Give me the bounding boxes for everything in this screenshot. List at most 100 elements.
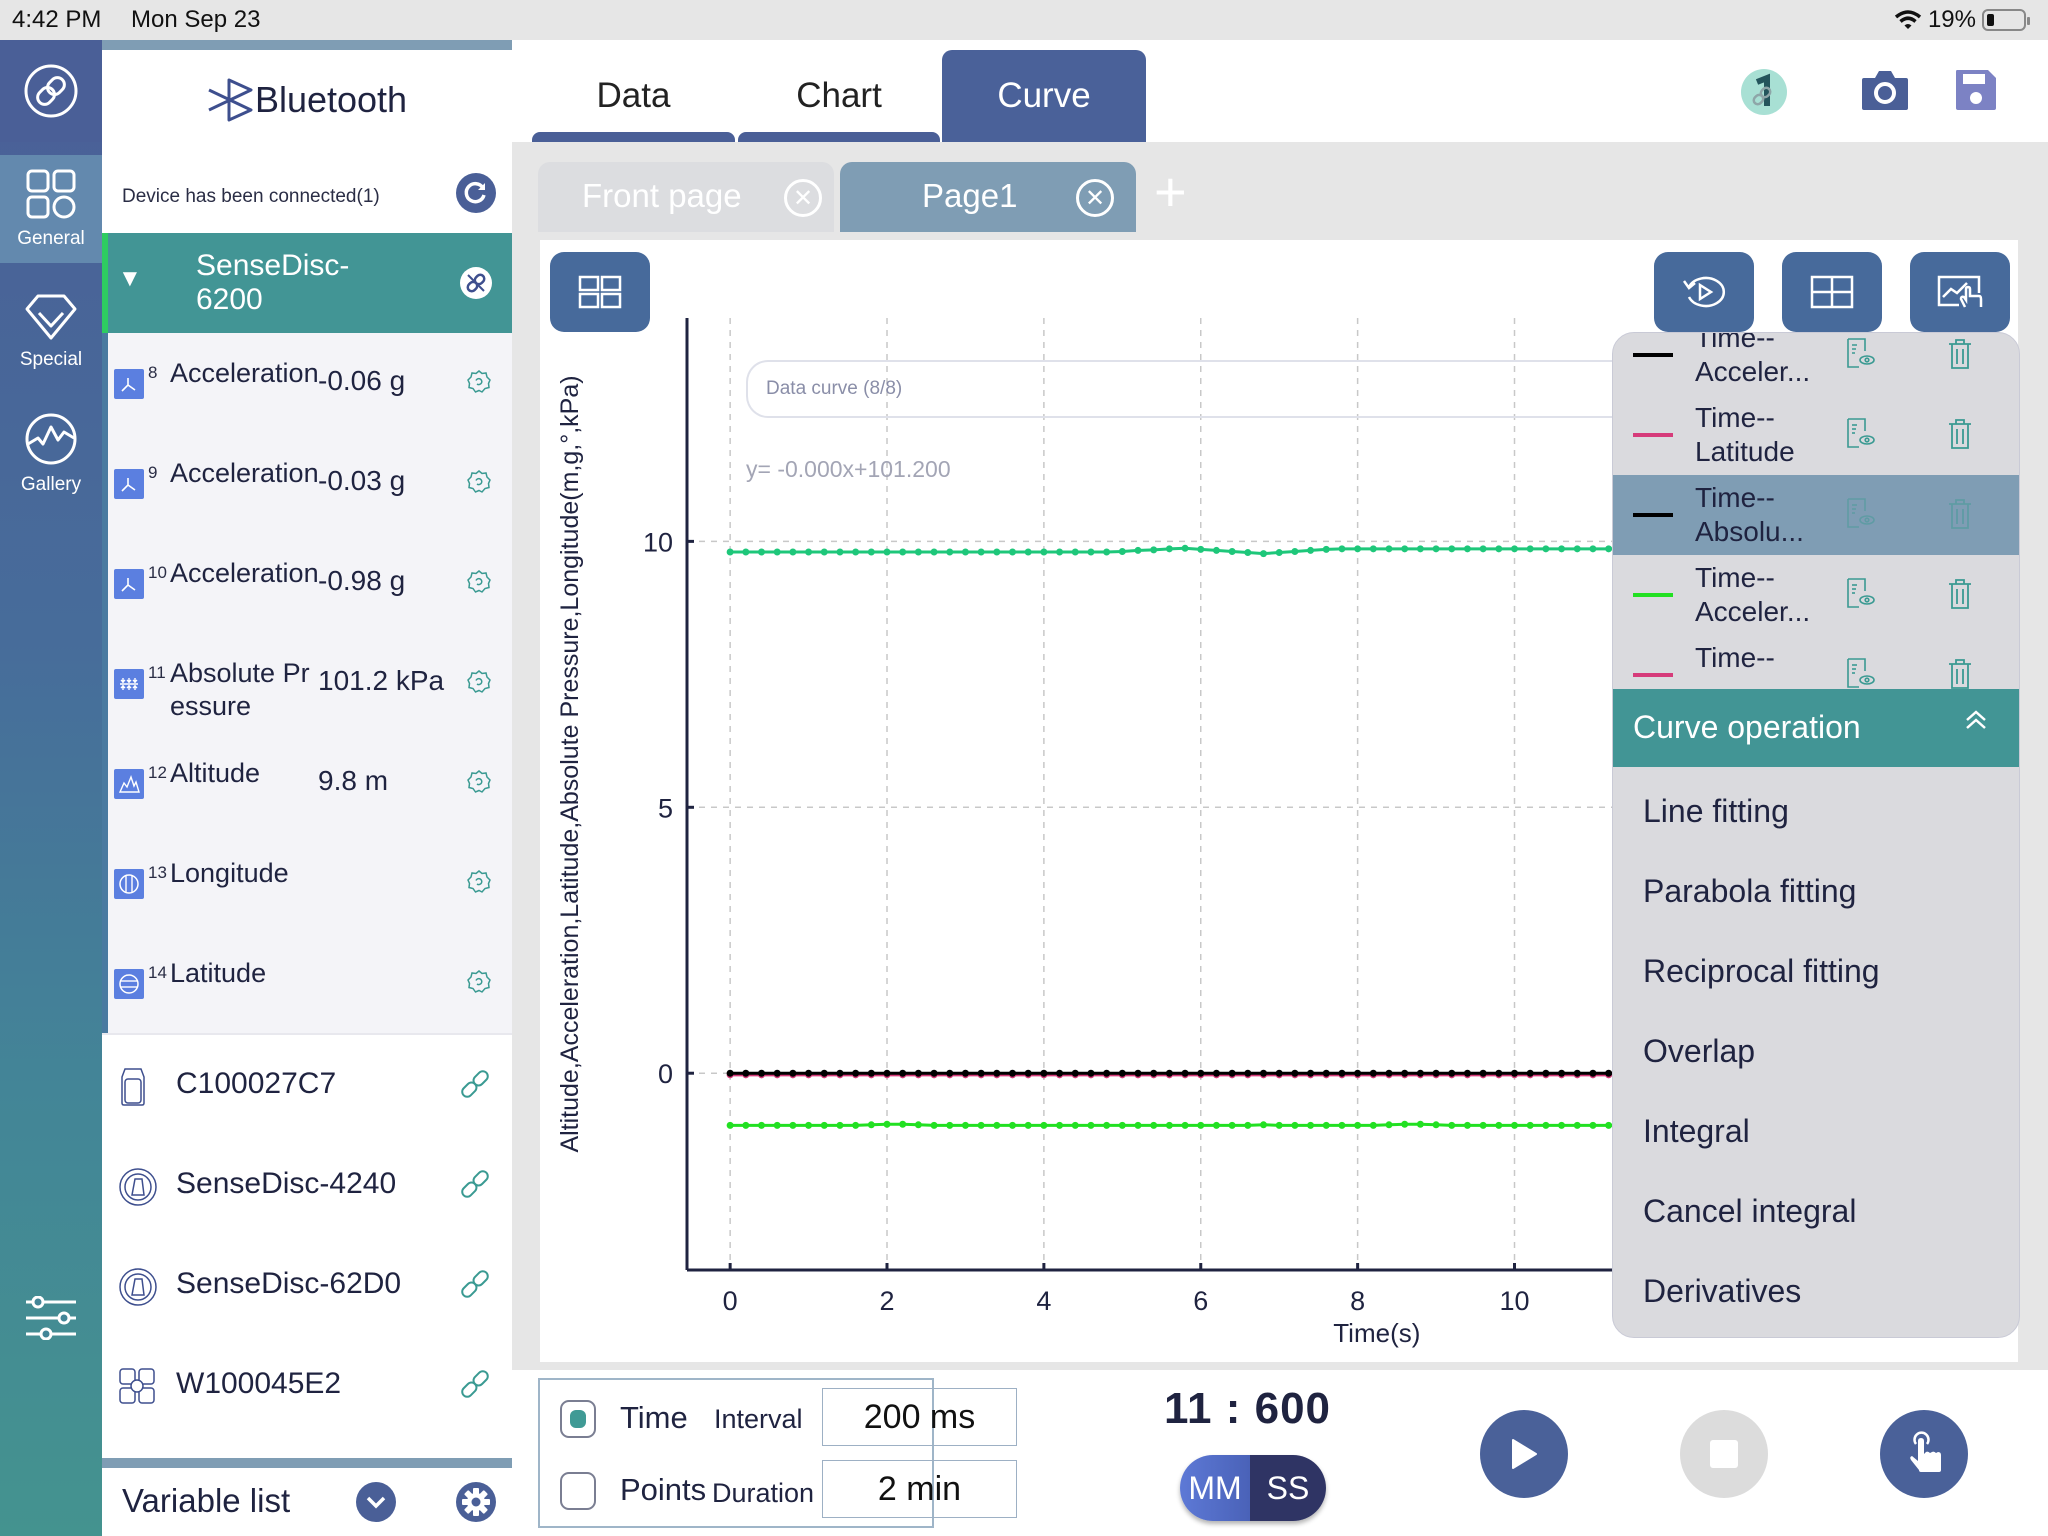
curve-color-swatch [1633,513,1673,517]
x-tick-label: 10 [1499,1286,1529,1316]
split-view-button[interactable] [1782,252,1882,332]
points-mode-radio[interactable] [560,1472,596,1510]
sensor-settings-icon[interactable] [466,469,492,500]
sensor-row[interactable]: 8 Acceleration -0.06 g [108,333,512,433]
view-data-icon[interactable] [1845,497,1875,536]
variable-settings-button[interactable] [456,1482,496,1527]
op-line-fitting[interactable]: Line fitting [1643,793,1789,830]
connect-link-icon[interactable] [458,1267,492,1306]
curve-list-item[interactable]: Time-- Absolu... [1613,475,2019,555]
data-point [1338,1121,1346,1129]
rail-item-gallery[interactable]: Gallery [0,400,102,508]
curve-list-item[interactable]: Time-- Acceler... [1613,555,2019,635]
sensor-row[interactable]: 14 Latitude [108,933,512,1033]
tab-data[interactable]: Data [532,50,735,142]
connection-button[interactable] [0,40,102,142]
screenshot-button[interactable] [1860,68,1910,117]
view-data-icon[interactable] [1845,417,1875,456]
connect-link-icon[interactable] [458,1167,492,1206]
double-chevron-up-icon[interactable] [1963,707,1989,740]
time-format-toggle[interactable]: MM SS [1180,1455,1326,1521]
data-point [1542,545,1550,553]
sensor-settings-icon[interactable] [466,669,492,700]
curve-list-item[interactable]: Time-- Latitude [1613,395,2019,475]
tab-label: Chart [796,76,882,115]
curve-list-item[interactable]: Time-- Acceler... [1613,332,2019,395]
data-point [914,1069,922,1077]
stop-button[interactable] [1680,1410,1768,1498]
op-derivatives[interactable]: Derivatives [1643,1273,1801,1310]
left-navigation-rail: General Special Gallery [0,40,102,1536]
manual-sample-button[interactable] [1880,1410,1968,1498]
data-point [789,1121,797,1129]
variable-list-toggle[interactable] [356,1482,396,1522]
sensor-settings-icon[interactable] [466,769,492,800]
add-page-button[interactable]: + [1154,162,1187,222]
help-button[interactable] [1740,68,1788,121]
close-tab-icon[interactable]: ✕ [784,179,822,217]
tab-chart[interactable]: Chart [738,50,940,142]
curve-operation-title: Curve operation [1633,709,1861,745]
interval-input[interactable]: 200 ms [822,1388,1017,1446]
device-row[interactable]: C100027C7 [102,1035,512,1135]
disconnect-button[interactable] [460,267,492,299]
page-tab-front-page[interactable]: Front page ✕ [538,162,834,232]
device-row[interactable]: SenseDisc-4240 [102,1135,512,1235]
curve-list-item[interactable]: Time-- [1613,635,2019,689]
connect-link-icon[interactable] [458,1367,492,1406]
page-tab-page1[interactable]: Page1 ✕ [840,162,1136,232]
tab-curve[interactable]: Curve [942,50,1146,142]
delete-curve-icon[interactable] [1947,337,1973,376]
view-data-icon[interactable] [1845,577,1875,616]
sensor-settings-icon[interactable] [466,969,492,1000]
op-overlap[interactable]: Overlap [1643,1033,1755,1070]
settings-sliders-button[interactable] [24,1295,78,1345]
delete-curve-icon[interactable] [1947,417,1973,456]
sensor-settings-icon[interactable] [466,569,492,600]
delete-curve-icon[interactable] [1947,657,1973,689]
op-reciprocal-fitting[interactable]: Reciprocal fitting [1643,953,1880,990]
start-button[interactable] [1480,1410,1568,1498]
device-row[interactable]: W100045E2 [102,1335,512,1435]
data-curve-selector[interactable]: Data curve (8/8) [746,360,1666,418]
data-point [1087,1069,1095,1077]
op-parabola-fitting[interactable]: Parabola fitting [1643,873,1856,910]
data-point [1448,545,1456,553]
connect-link-icon[interactable] [458,1067,492,1106]
tab-label: Data [596,76,671,115]
refresh-button[interactable] [456,173,496,213]
sensor-row[interactable]: 13 Longitude [108,833,512,933]
sensor-row[interactable]: 9 Acceleration -0.03 g [108,433,512,533]
sensor-row[interactable]: 11 Absolute Pressure 101.2 kPa [108,633,512,733]
delete-curve-icon[interactable] [1947,577,1973,616]
sensor-label: Acceleration [170,558,319,588]
rail-item-special[interactable]: Special [0,278,102,386]
sensor-settings-icon[interactable] [466,869,492,900]
data-point [1307,1069,1315,1077]
mm-option[interactable]: MM [1180,1455,1250,1521]
active-device-row[interactable]: ▼ SenseDisc-6200 [102,233,512,333]
touch-chart-button[interactable] [1910,252,2010,332]
view-data-icon[interactable] [1845,337,1875,376]
delete-curve-icon[interactable] [1947,497,1973,536]
acquisition-controls: Time Interval 200 ms Points Duration 2 m… [512,1370,2048,1536]
close-tab-icon[interactable]: ✕ [1076,179,1114,217]
layout-grid-button[interactable] [550,252,650,332]
sensor-settings-icon[interactable] [466,369,492,400]
curve-label: Time-- Acceler... [1695,332,1811,387]
ss-option[interactable]: SS [1250,1455,1326,1521]
sensor-row[interactable]: 12 Altitude 9.8 m [108,733,512,833]
op-integral[interactable]: Integral [1643,1113,1750,1150]
device-row[interactable]: SenseDisc-62D0 [102,1235,512,1335]
curve-operation-header[interactable]: Curve operation [1613,689,2019,767]
duration-input[interactable]: 2 min [822,1460,1017,1518]
replay-button[interactable] [1654,252,1754,332]
rail-item-general[interactable]: General [0,155,102,263]
curve-label: Time-- Latitude [1695,402,1795,467]
time-mode-radio[interactable] [560,1400,596,1438]
sensor-row[interactable]: 10 Acceleration -0.98 g [108,533,512,633]
op-cancel-integral[interactable]: Cancel integral [1643,1193,1856,1230]
collapse-arrow-icon[interactable]: ▼ [118,265,142,293]
view-data-icon[interactable] [1845,657,1875,689]
save-button[interactable] [1954,68,1998,117]
